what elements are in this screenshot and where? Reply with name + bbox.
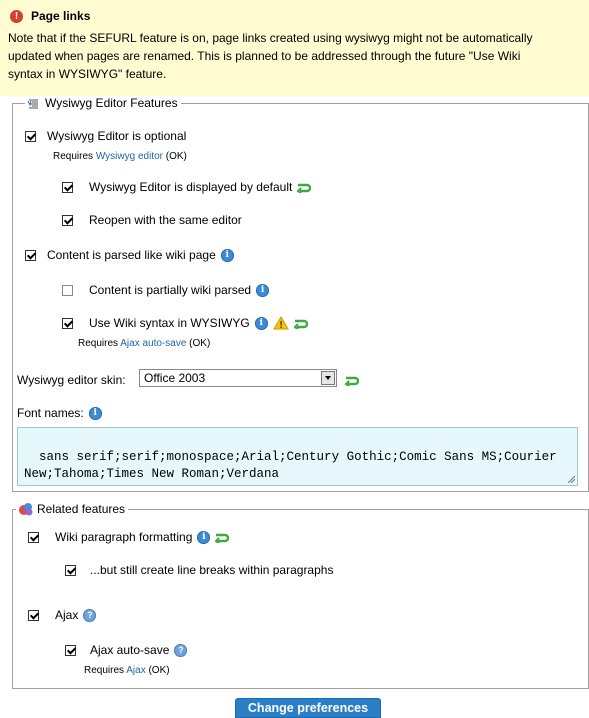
info-icon[interactable]: i [254,316,268,330]
req2-prefix: Requires [78,338,121,349]
checkbox-wiki-syntax-wysiwyg[interactable] [62,317,73,329]
option-wiki-syntax-wysiwyg[interactable]: Use Wiki syntax in WYSIWYG i [62,316,308,330]
resize-grip-icon[interactable] [567,475,575,483]
change-preferences-button[interactable]: Change preferences [235,698,381,718]
info-icon[interactable]: i [197,530,211,544]
label-ajax-auto-save: Ajax auto-save [90,643,170,657]
refresh-icon[interactable] [293,317,308,329]
req3-status: (OK) [145,665,170,676]
req3-prefix: Requires [84,665,127,676]
notice-title: Page links [31,9,91,23]
requirement-note-3: Requires Ajax (OK) [84,665,170,676]
skin-label-text: Wysiwyg editor skin: [17,373,126,387]
info-icon[interactable]: i [220,248,234,262]
option-wiki-paragraph-formatting[interactable]: Wiki paragraph formatting i [28,530,230,544]
skin-select-value: Office 2003 [144,371,206,385]
editor-icon [27,97,40,109]
skin-label: Wysiwyg editor skin: [17,373,126,387]
label-displayed-by-default: Wysiwyg Editor is displayed by default [89,180,293,194]
help-icon[interactable]: ? [174,643,188,657]
help-icon[interactable]: ? [83,608,97,622]
option-parsed-like-wiki[interactable]: Content is parsed like wiki page i [25,248,234,262]
req1-status: (OK) [162,151,187,162]
font-names-label: Font names: i [17,406,102,420]
notice-line-2: updated when pages are renamed. This is … [8,49,521,63]
notice-line-3: syntax in WYSIWYG" feature. [8,67,167,81]
related-legend-label: Related features [37,502,126,516]
requirement-note-2: Requires Ajax auto-save (OK) [78,338,210,349]
option-displayed-by-default[interactable]: Wysiwyg Editor is displayed by default [62,180,312,194]
option-ajax[interactable]: Ajax ? [28,608,97,622]
font-names-textarea[interactable]: sans serif;serif;monospace;Arial;Century… [17,427,578,486]
notice-title-row: ! Page links [10,9,589,23]
link-ajax[interactable]: Ajax [126,665,145,676]
req2-status: (OK) [186,338,211,349]
label-ajax: Ajax [55,608,79,622]
label-parsed-like-wiki: Content is parsed like wiki page [47,248,216,262]
link-ajax-auto-save[interactable]: Ajax auto-save [120,338,186,349]
info-icon[interactable]: i [88,406,102,420]
option-reopen-same-editor[interactable]: Reopen with the same editor [62,213,242,227]
label-reopen-same-editor: Reopen with the same editor [89,213,242,227]
notice-line-1: Note that if the SEFURL feature is on, p… [8,31,533,45]
refresh-icon[interactable] [296,181,312,193]
notice-box: ! Page links Note that if the SEFURL fea… [0,0,589,96]
checkbox-wiki-paragraph-formatting[interactable] [28,531,39,543]
req1-prefix: Requires [53,151,96,162]
refresh-icon[interactable] [214,531,230,543]
checkbox-parsed-like-wiki[interactable] [25,249,36,261]
option-partially-wiki-parsed[interactable]: Content is partially wiki parsed i [62,283,270,297]
warning-icon[interactable] [272,316,289,330]
label-wysiwyg-optional: Wysiwyg Editor is optional [47,129,187,143]
label-partially-wiki-parsed: Content is partially wiki parsed [89,283,252,297]
checkbox-reopen-same-editor[interactable] [62,214,73,226]
font-names-label-text: Font names: [17,406,84,420]
font-names-value: sans serif;serif;monospace;Arial;Century… [24,450,565,481]
info-icon[interactable]: i [256,283,270,297]
chevron-down-icon[interactable] [321,371,335,385]
checkbox-displayed-by-default[interactable] [62,181,73,193]
label-line-breaks: ...but still create line breaks within p… [90,563,334,577]
checkbox-partially-wiki-parsed[interactable] [62,284,73,296]
checkbox-line-breaks[interactable] [65,564,76,576]
option-ajax-auto-save[interactable]: Ajax auto-save ? [65,643,188,657]
label-wiki-syntax-wysiwyg: Use Wiki syntax in WYSIWYG [89,316,250,330]
requirement-note-1: Requires Wysiwyg editor (OK) [53,151,187,162]
link-wysiwyg-editor[interactable]: Wysiwyg editor [96,151,163,162]
skin-select[interactable]: Office 2003 [139,369,337,387]
notice-body: Note that if the SEFURL feature is on, p… [8,29,589,83]
checkbox-wysiwyg-optional[interactable] [25,130,36,142]
wysiwyg-features-legend: Wysiwyg Editor Features [25,96,181,110]
refresh-icon[interactable] [344,374,359,386]
related-features-legend: Related features [16,502,129,516]
option-wysiwyg-optional[interactable]: Wysiwyg Editor is optional [25,129,186,143]
label-wiki-paragraph-formatting: Wiki paragraph formatting [55,530,193,544]
checkbox-ajax[interactable] [28,609,39,621]
checkbox-ajax-auto-save[interactable] [65,644,76,656]
wysiwyg-legend-label: Wysiwyg Editor Features [45,96,178,110]
alert-icon: ! [10,9,23,23]
option-line-breaks[interactable]: ...but still create line breaks within p… [65,563,333,577]
related-icon [19,503,33,516]
